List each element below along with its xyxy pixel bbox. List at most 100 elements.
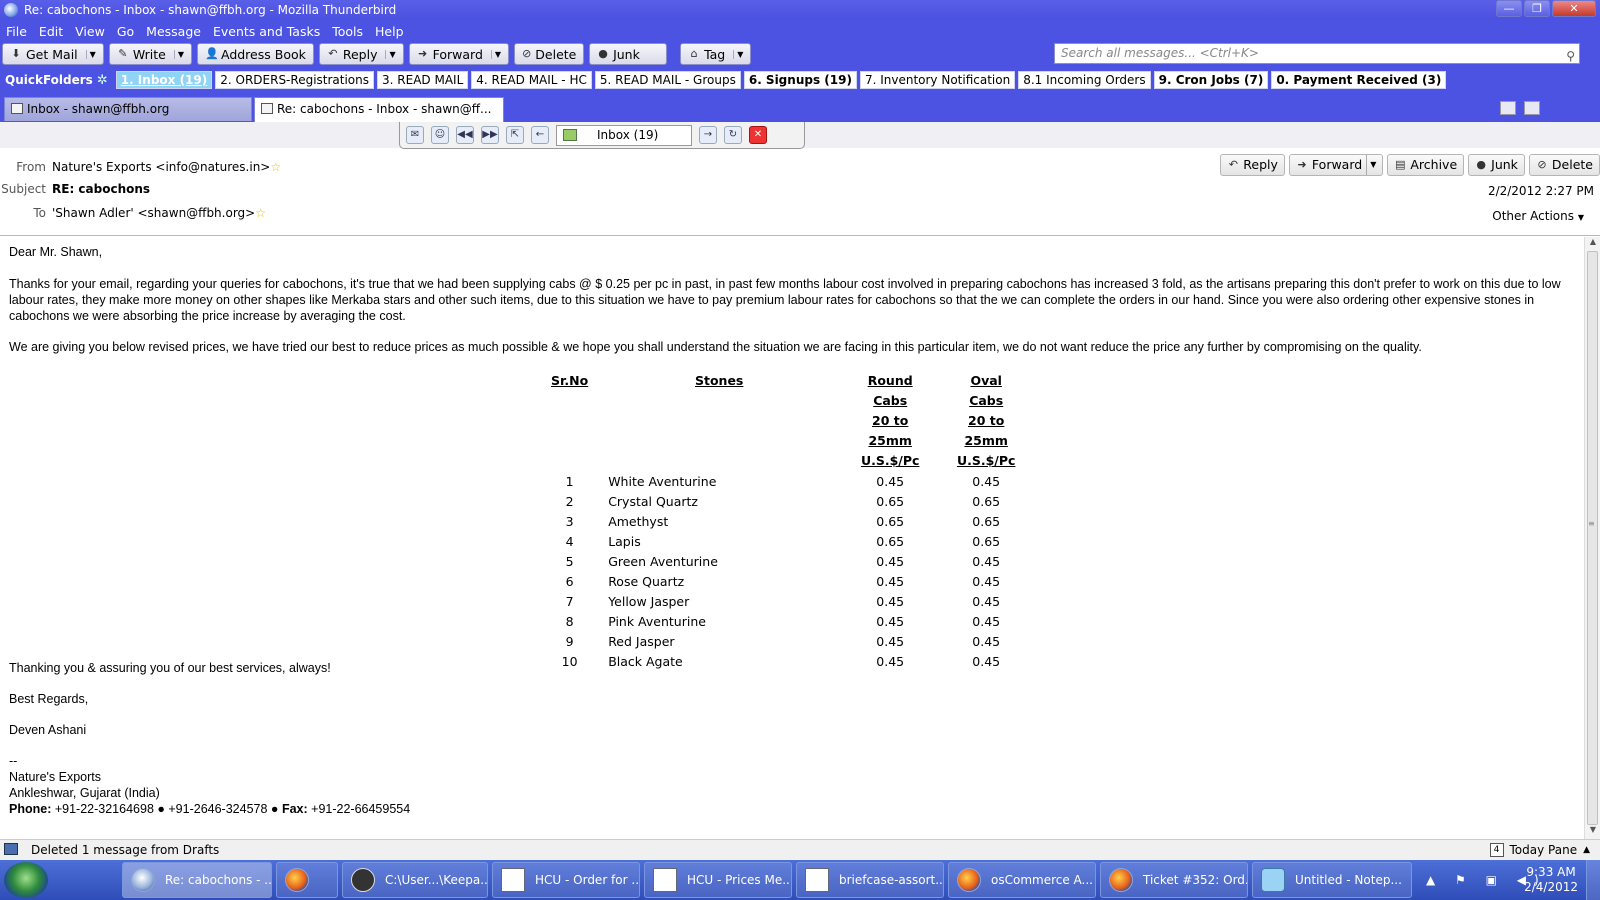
- minimize-button[interactable]: —: [1496, 0, 1522, 17]
- header-delete-button[interactable]: ⊘ Delete: [1528, 154, 1600, 176]
- status-bar: Deleted 1 message from Drafts 4 Today Pa…: [0, 839, 1600, 860]
- other-actions-menu[interactable]: Other Actions ▼: [1492, 209, 1584, 223]
- tab-inbox[interactable]: Inbox - shawn@ffbh.org: [4, 97, 252, 121]
- search-icon[interactable]: ⚲: [1566, 47, 1575, 66]
- menu-view[interactable]: View: [75, 24, 105, 39]
- chevron-up-icon: ▲: [1583, 845, 1590, 855]
- quickfolder-payment-received[interactable]: 0. Payment Received (3): [1271, 71, 1447, 89]
- folder-selector[interactable]: Inbox (19): [556, 124, 692, 146]
- header-reply-button[interactable]: ↶ Reply: [1220, 154, 1285, 176]
- chevron-down-icon[interactable]: ▼: [173, 49, 184, 59]
- online-status-icon[interactable]: [4, 843, 18, 855]
- header-archive-button[interactable]: ▤ Archive: [1387, 154, 1465, 176]
- menu-go[interactable]: Go: [117, 24, 134, 39]
- scroll-thumb[interactable]: [1587, 251, 1598, 825]
- reply-icon: ↶: [1228, 158, 1238, 171]
- chevron-down-icon[interactable]: ▼: [385, 49, 396, 59]
- to-value[interactable]: 'Shawn Adler' <shawn@ffbh.org>☆: [52, 206, 266, 220]
- smiley-icon[interactable]: ☺: [431, 126, 449, 144]
- tag-button[interactable]: ⌂ Tag ▼: [680, 43, 752, 65]
- stone-cell: Green Aventurine: [608, 553, 718, 569]
- taskbar-item[interactable]: briefcase-assort...: [796, 862, 944, 898]
- menu-help[interactable]: Help: [375, 24, 404, 39]
- get-mail-button[interactable]: ⬇ Get Mail ▼: [2, 43, 104, 65]
- quickfolder-read-mail-groups[interactable]: 5. READ MAIL - Groups: [594, 71, 741, 89]
- search-input[interactable]: Search all messages... <Ctrl+K> ⚲: [1054, 43, 1580, 64]
- table-row: 8 Pink Aventurine 0.45 0.45: [543, 611, 1034, 631]
- taskbar-item-label: osCommerce A...: [991, 873, 1093, 887]
- taskbar-item-label: HCU - Order for ...: [535, 873, 640, 887]
- start-button[interactable]: [4, 862, 48, 898]
- signature-company: Nature's Exports: [9, 770, 102, 784]
- forward-button[interactable]: ➜ Forward ▼: [408, 43, 510, 65]
- taskbar-item[interactable]: Ticket #352: Ord...: [1100, 862, 1248, 898]
- taskbar-item-label: Untitled - Notep...: [1295, 873, 1402, 887]
- taskbar-item[interactable]: C:\User...\Keepa...: [342, 862, 488, 898]
- scroll-up-icon[interactable]: ▲: [1585, 237, 1600, 251]
- maximize-button[interactable]: ❐: [1524, 0, 1550, 17]
- taskbar-item[interactable]: [276, 862, 338, 898]
- star-icon[interactable]: ☆: [255, 206, 266, 220]
- chevron-down-icon[interactable]: ▼: [85, 49, 96, 59]
- regards-line: Best Regards,: [9, 692, 89, 706]
- document-icon: [805, 868, 829, 892]
- header-reply-label: Reply: [1243, 157, 1278, 172]
- forward-icon: ➜: [1297, 158, 1307, 171]
- close-button[interactable]: ✕: [1552, 0, 1596, 17]
- previous-message-icon[interactable]: ◀◀: [456, 126, 474, 144]
- close-icon[interactable]: ✕: [749, 126, 767, 144]
- star-icon[interactable]: ☆: [270, 160, 281, 174]
- refresh-icon[interactable]: ↻: [724, 126, 742, 144]
- header-junk-button[interactable]: ● Junk: [1468, 154, 1525, 176]
- chevron-down-icon[interactable]: ▼: [490, 49, 501, 59]
- today-pane-toggle[interactable]: 4 Today Pane ▲: [1489, 843, 1590, 857]
- menu-file[interactable]: File: [6, 24, 27, 39]
- delete-button[interactable]: ⊘ Delete: [514, 43, 585, 65]
- chevron-down-icon[interactable]: ▼: [1366, 155, 1376, 175]
- write-button[interactable]: ✎ Write ▼: [108, 43, 192, 65]
- first-icon[interactable]: ⇱: [506, 126, 524, 144]
- round-price-cell: 0.45: [876, 573, 905, 589]
- tab-message[interactable]: Re: cabochons - Inbox - shawn@ff... ×: [254, 97, 504, 138]
- taskbar-item[interactable]: osCommerce A...: [948, 862, 1096, 898]
- firefox-icon: [957, 868, 981, 892]
- taskbar-item[interactable]: Untitled - Notep...: [1252, 862, 1412, 898]
- menu-events-tasks[interactable]: Events and Tasks: [213, 24, 320, 39]
- scroll-down-icon[interactable]: ▼: [1585, 825, 1600, 839]
- quickfolder-signups[interactable]: 6. Signups (19): [743, 71, 857, 89]
- quickfolder-cron-jobs[interactable]: 9. Cron Jobs (7): [1153, 71, 1269, 89]
- grip-icon: ≡: [1588, 519, 1595, 528]
- compose-icon[interactable]: ✉: [406, 126, 424, 144]
- from-value[interactable]: Nature's Exports <info@natures.in>☆: [52, 160, 281, 174]
- gear-icon[interactable]: ✲: [97, 73, 108, 88]
- taskbar-item[interactable]: Re: cabochons - ...: [122, 862, 272, 898]
- header-forward-button[interactable]: ➜ Forward ▼: [1288, 154, 1384, 176]
- go-forward-icon[interactable]: →: [699, 126, 717, 144]
- back-icon[interactable]: ←: [531, 126, 549, 144]
- clipboard-icon[interactable]: [1524, 101, 1540, 115]
- show-desktop-button[interactable]: [1586, 860, 1600, 900]
- address-book-button[interactable]: 👤 Address Book: [196, 43, 314, 65]
- menu-edit[interactable]: Edit: [39, 24, 63, 39]
- taskbar-item[interactable]: HCU - Order for ...: [492, 862, 640, 898]
- clock[interactable]: 9:33 AM 2/4/2012: [1524, 865, 1578, 895]
- tag-label: Tag: [704, 46, 726, 62]
- quickfolder-incoming-orders[interactable]: 8.1 Incoming Orders: [1018, 71, 1151, 89]
- message-scrollbar[interactable]: ▲ ≡ ▼: [1584, 237, 1600, 839]
- menu-message[interactable]: Message: [146, 24, 201, 39]
- sr-no-cell: 2: [565, 493, 574, 509]
- quickfolder-orders-registrations[interactable]: 2. ORDERS-Registrations: [215, 71, 375, 89]
- quickfolder-read-mail[interactable]: 3. READ MAIL: [377, 71, 469, 89]
- junk-button[interactable]: ● Junk: [589, 43, 668, 65]
- chevron-down-icon[interactable]: ▼: [733, 49, 743, 59]
- reply-button[interactable]: ↶ Reply ▼: [318, 43, 404, 65]
- layout-icon[interactable]: [1500, 101, 1516, 115]
- next-message-icon[interactable]: ▶▶: [481, 126, 499, 144]
- title-bar: Re: cabochons - Inbox - shawn@ffbh.org -…: [0, 0, 1600, 20]
- quickfolder-inventory-notification[interactable]: 7. Inventory Notification: [859, 71, 1016, 89]
- quickfolder-inbox[interactable]: 1. Inbox (19): [115, 71, 213, 89]
- quickfolder-read-mail-hc[interactable]: 4. READ MAIL - HC: [471, 71, 592, 89]
- menu-tools[interactable]: Tools: [332, 24, 363, 39]
- taskbar-item[interactable]: HCU - Prices Me...: [644, 862, 792, 898]
- delete-label: Delete: [535, 46, 577, 62]
